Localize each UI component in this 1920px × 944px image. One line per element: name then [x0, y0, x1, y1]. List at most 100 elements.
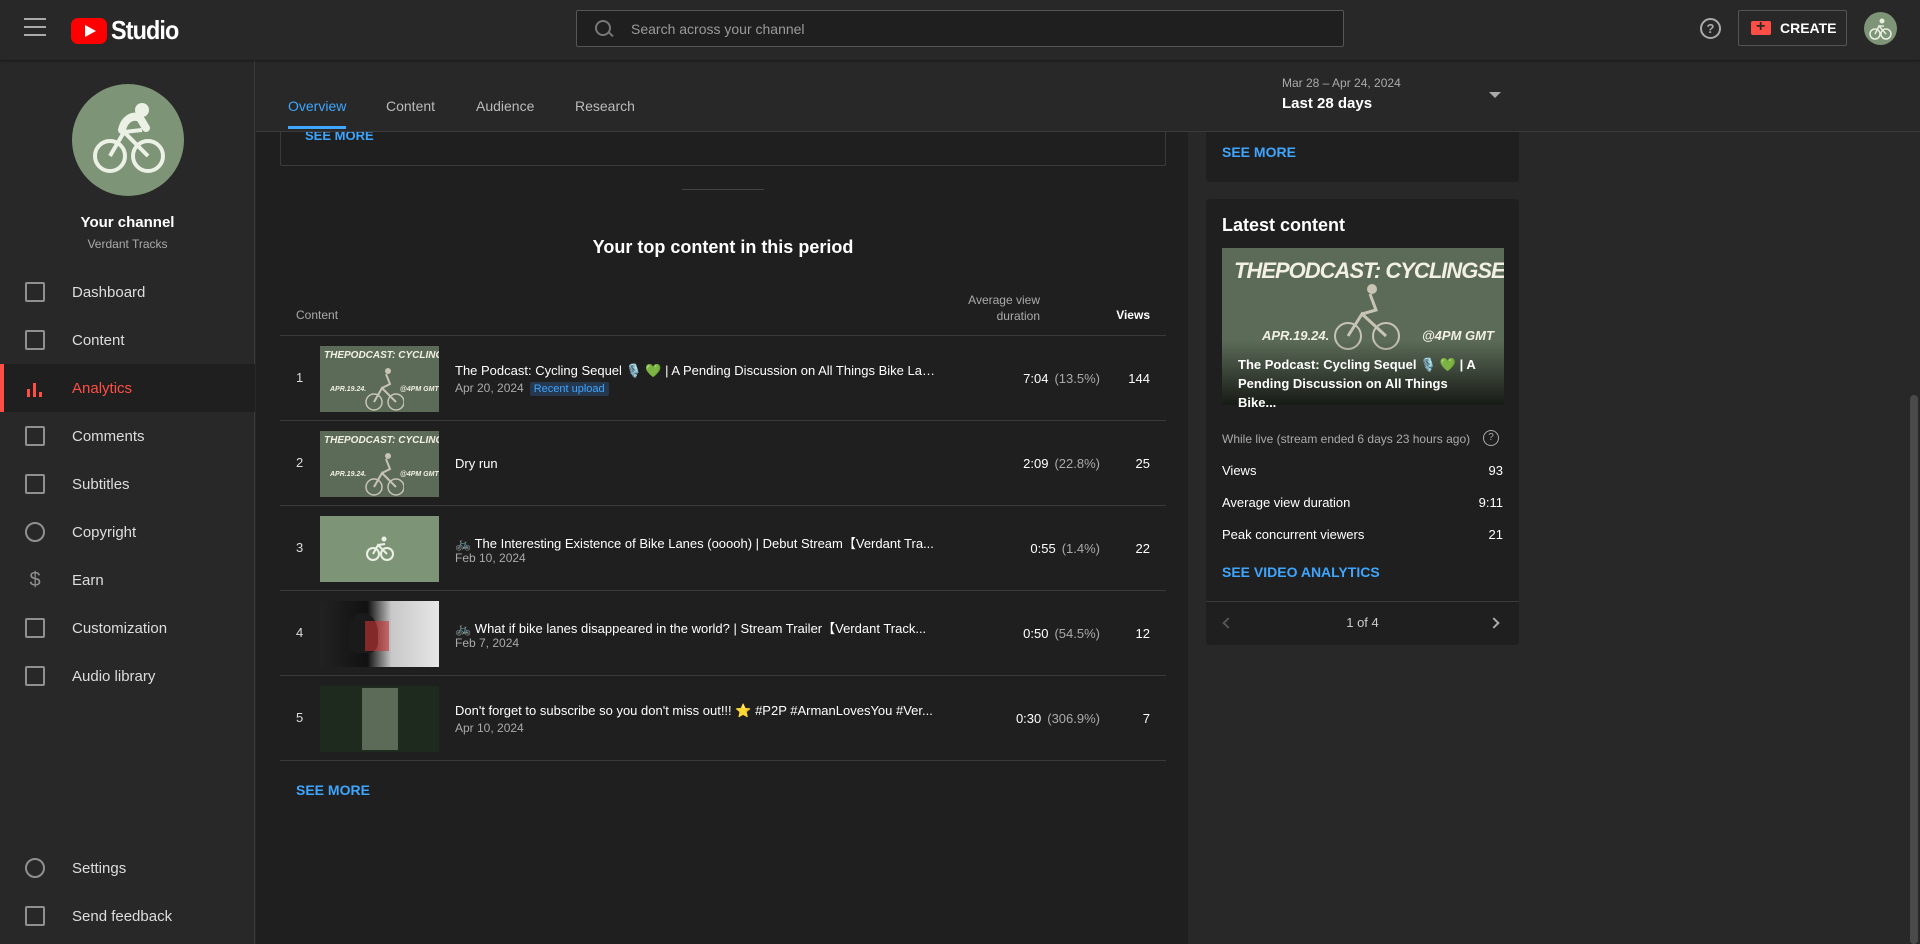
row-rank: 1: [296, 370, 304, 385]
video-thumbnail[interactable]: [320, 601, 439, 667]
see-more-link[interactable]: SEE MORE: [1222, 144, 1296, 160]
earn-icon: $: [29, 569, 41, 591]
channel-name: Your channel: [80, 214, 175, 231]
table-row[interactable]: 4 🚲 What if bike lanes disappeared in th…: [280, 590, 1166, 675]
sidebar-item-subtitles[interactable]: Subtitles: [0, 460, 255, 508]
table-bottom-border: [280, 760, 1166, 761]
video-date: Feb 7, 2024: [455, 636, 520, 650]
search-icon[interactable]: [595, 19, 613, 38]
column-header-views[interactable]: Views: [1100, 308, 1150, 322]
sidebar-item-label: Dashboard: [72, 283, 146, 301]
video-date-text: Apr 20, 2024: [455, 381, 524, 395]
date-range-picker[interactable]: Mar 28 – Apr 24, 2024 Last 28 days: [1282, 76, 1401, 112]
channel-avatar[interactable]: [72, 84, 184, 196]
thumbnail-date: APR.19.24.: [330, 386, 367, 393]
cyclist-icon: [1869, 18, 1892, 40]
avg-view-duration: 0:30 (306.9%): [940, 711, 1100, 726]
channel-handle: Verdant Tracks: [87, 237, 168, 251]
table-row[interactable]: 5 Don't forget to subscribe so you don't…: [280, 675, 1166, 760]
menu-icon[interactable]: [24, 18, 46, 36]
views-count: 22: [1135, 541, 1150, 556]
cyclist-photo-icon: [365, 368, 404, 411]
create-button[interactable]: CREATE: [1738, 10, 1847, 46]
row-rank: 4: [296, 625, 304, 640]
sidebar-item-customization[interactable]: Customization: [0, 604, 255, 652]
video-thumbnail[interactable]: THEPODCAST: CYCLINGSEQUEL APR.19.24. @4P…: [320, 431, 439, 497]
sidebar-item-label: Settings: [72, 859, 127, 877]
top-bar: Studio ? CREATE: [0, 0, 1920, 60]
date-range-label: Last 28 days: [1282, 95, 1373, 112]
caret-down-icon[interactable]: [1489, 92, 1501, 98]
tab-content[interactable]: Content: [386, 98, 435, 126]
sidebar-item-earn[interactable]: $ Earn: [0, 556, 255, 604]
studio-logo[interactable]: Studio: [71, 15, 186, 46]
column-header-content: Content: [296, 308, 339, 322]
search-input[interactable]: [631, 20, 1231, 37]
comments-icon: [25, 426, 45, 446]
sidebar-item-label: Analytics: [72, 379, 133, 397]
table-row[interactable]: 2 THEPODCAST: CYCLINGSEQUEL APR.19.24. @…: [280, 420, 1166, 505]
video-title[interactable]: 🚲 What if bike lanes disappeared in the …: [455, 618, 935, 637]
sidebar-item-dashboard[interactable]: Dashboard: [0, 268, 255, 316]
avg-view-duration: 2:09 (22.8%): [940, 456, 1100, 471]
avg-view-duration: 0:50 (54.5%): [940, 626, 1100, 641]
video-thumbnail[interactable]: [320, 686, 439, 752]
see-more-button[interactable]: SEE MORE: [296, 782, 370, 798]
column-header-avg-view-duration[interactable]: Average view duration: [940, 292, 1040, 324]
stat-views: Views 93: [1222, 463, 1503, 478]
video-thumbnail[interactable]: THEPODCAST: CYCLINGSEQUEL APR.19.24. @4P…: [320, 346, 439, 412]
video-thumbnail[interactable]: [320, 516, 439, 582]
video-title[interactable]: Don't forget to subscribe so you don't m…: [455, 703, 935, 719]
video-title[interactable]: The Podcast: Cycling Sequel 🎙️ 💚 | A Pen…: [455, 363, 935, 379]
stat-label: Views: [1222, 463, 1257, 478]
recent-upload-badge: Recent upload: [529, 382, 609, 396]
tab-audience[interactable]: Audience: [476, 98, 534, 126]
sidebar-item-send-feedback[interactable]: Send feedback: [0, 892, 255, 940]
create-label: CREATE: [1780, 20, 1837, 36]
scrollbar[interactable]: [1910, 395, 1918, 944]
views-count: 25: [1135, 456, 1150, 471]
video-date: Apr 10, 2024: [455, 721, 524, 735]
help-icon[interactable]: ?: [1700, 18, 1721, 39]
thumbnail-title: THEPODCAST: CYCLINGSEQUEL: [1234, 258, 1504, 283]
help-icon[interactable]: ?: [1483, 430, 1499, 446]
pager-divider: [1206, 601, 1519, 602]
account-avatar[interactable]: [1864, 12, 1897, 45]
date-range-dates: Mar 28 – Apr 24, 2024: [1282, 76, 1401, 90]
search-bar[interactable]: [576, 10, 1344, 47]
sidebar: Your channel Verdant Tracks Dashboard Co…: [0, 60, 255, 944]
customization-icon: [25, 618, 45, 638]
sidebar-item-label: Copyright: [72, 523, 137, 541]
avg-view-duration: 0:55 (1.4%): [940, 541, 1100, 556]
analytics-icon: [25, 378, 45, 398]
stat-peak-concurrent-viewers: Peak concurrent viewers 21: [1222, 527, 1503, 542]
gear-icon: [25, 858, 45, 878]
sidebar-item-label: Subtitles: [72, 475, 130, 493]
video-title[interactable]: Dry run: [455, 456, 935, 471]
table-row[interactable]: 1 THEPODCAST: CYCLINGSEQUEL APR.19.24. @…: [280, 335, 1166, 420]
views-count: 7: [1142, 711, 1150, 726]
copyright-icon: [25, 522, 45, 542]
see-video-analytics-button[interactable]: SEE VIDEO ANALYTICS: [1222, 564, 1380, 580]
youtube-play-icon: [71, 17, 107, 44]
sidebar-item-analytics[interactable]: Analytics: [0, 364, 255, 412]
sidebar-item-comments[interactable]: Comments: [0, 412, 255, 460]
sidebar-item-label: Customization: [72, 619, 168, 637]
duration-value: 0:30: [1015, 711, 1042, 726]
thumbnail-time: @4PM GMT: [400, 471, 439, 478]
latest-video-title[interactable]: The Podcast: Cycling Sequel 🎙️ 💚 | A Pen…: [1238, 355, 1486, 412]
video-title[interactable]: 🚲 The Interesting Existence of Bike Lane…: [455, 533, 935, 552]
create-video-icon: [1751, 18, 1771, 36]
sidebar-item-copyright[interactable]: Copyright: [0, 508, 255, 556]
dashboard-icon: [25, 282, 45, 302]
sidebar-item-settings[interactable]: Settings: [0, 844, 255, 892]
duration-value: 7:04: [1023, 371, 1049, 386]
sidebar-item-content[interactable]: Content: [0, 316, 255, 364]
table-row[interactable]: 3 🚲 The Interesting Existence of Bike La…: [280, 505, 1166, 590]
tab-research[interactable]: Research: [575, 98, 635, 126]
tab-overview[interactable]: Overview: [288, 98, 347, 129]
thumbnail-date: APR.19.24.: [330, 471, 367, 478]
sidebar-item-audio-library[interactable]: Audio library: [0, 652, 255, 700]
duration-percent: (1.4%): [1061, 541, 1100, 556]
content-icon: [25, 330, 45, 350]
